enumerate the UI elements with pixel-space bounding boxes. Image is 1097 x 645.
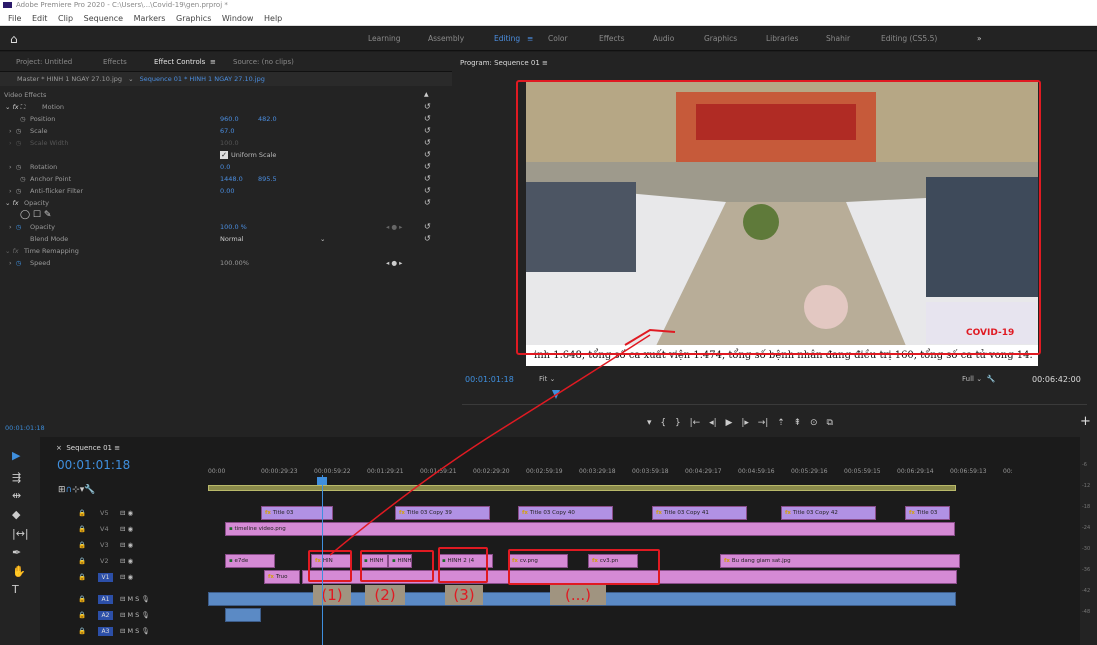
annotation-arrow bbox=[329, 328, 676, 556]
